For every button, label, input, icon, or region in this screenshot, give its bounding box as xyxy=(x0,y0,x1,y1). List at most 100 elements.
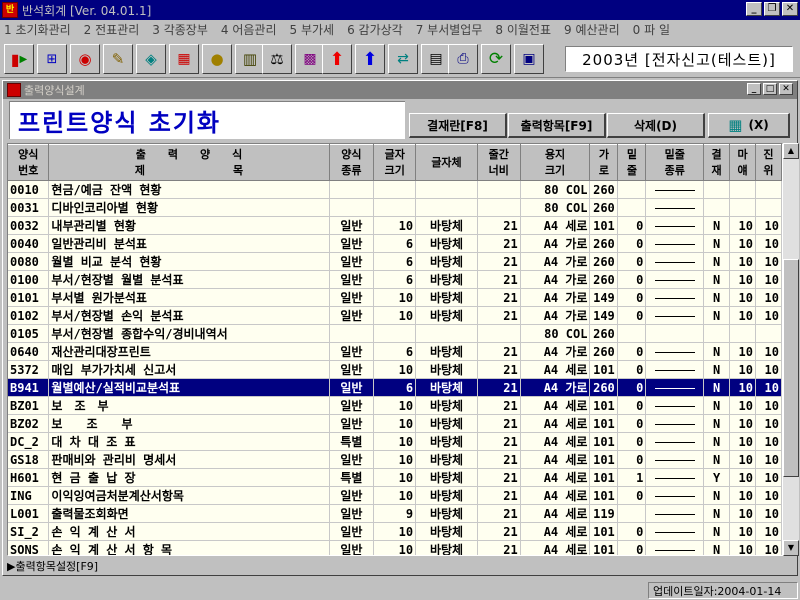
menu-item-init[interactable]: 1 초기화관리 xyxy=(4,21,71,38)
restore-button[interactable]: ❐ xyxy=(764,2,780,16)
org-tree-icon[interactable]: ⊞ xyxy=(37,44,67,74)
column-header-title[interactable]: 출 력 양 식제 목 xyxy=(48,144,330,181)
column-header-code[interactable]: 양식 번호 xyxy=(8,144,50,181)
approval-button[interactable]: 결재란[F8] xyxy=(409,113,507,138)
child-minimize-button[interactable]: _ xyxy=(747,83,761,95)
column-header-ultype[interactable]: 밑줄 종류 xyxy=(645,144,705,181)
column-header-line: 번호 xyxy=(18,163,39,177)
exit-button[interactable]: ▦ (X) xyxy=(708,113,790,138)
menu-item-file[interactable]: 0 파 일 xyxy=(633,21,670,38)
scroll-thumb[interactable] xyxy=(783,259,799,477)
menu-item-voucher[interactable]: 2 전표관리 xyxy=(84,21,140,38)
arrow-up-blue-icon[interactable]: ⬆ xyxy=(355,44,385,74)
cell-code: SI_2 xyxy=(8,522,50,541)
tag-icon[interactable]: ◈ xyxy=(136,44,166,74)
table-row[interactable]: SI_2 손 익 계 산 서 일반 10 바탕체 21 A4 세로 101 0 N 10 10 xyxy=(8,522,782,541)
child-close-button[interactable]: ✕ xyxy=(779,83,793,95)
pencil-edit-icon[interactable]: ✎ xyxy=(103,44,133,74)
column-header-fsize[interactable]: 글자 크기 xyxy=(373,144,417,181)
cell-font: 바탕체 xyxy=(415,360,478,379)
table-row[interactable]: B941 월별예산/실적비교분석표 일반 6 바탕체 21 A4 가로 260 0 N 10 10 xyxy=(8,378,782,397)
child-maximize-button[interactable]: □ xyxy=(763,83,777,95)
menu-item-budget[interactable]: 9 예산관리 xyxy=(564,21,620,38)
cell-kind: 일반 xyxy=(329,522,375,541)
cell-colw xyxy=(477,180,521,199)
table-row[interactable]: 0080 월별 비교 분석 현황 일반 6 바탕체 21 A4 가로 260 0 N 10 10 xyxy=(8,252,782,271)
table-row[interactable]: BZ02 보 조 부 일반 10 바탕체 21 A4 세로 101 0 N 10 10 xyxy=(8,414,782,433)
column-header-paper[interactable]: 용지 크기 xyxy=(520,144,591,181)
delete-button[interactable]: 삭제(D) xyxy=(607,113,705,138)
table-row[interactable]: BZ01 보 조 부 일반 10 바탕체 21 A4 세로 101 0 N 10 10 xyxy=(8,396,782,415)
column-header-margin[interactable]: 마얘 xyxy=(729,144,756,181)
calculator-icon[interactable]: ▤ xyxy=(421,44,451,74)
cell-ultype xyxy=(645,342,705,361)
cell-appr xyxy=(703,324,731,343)
refresh-icon[interactable]: ⟳ xyxy=(481,44,511,74)
menu-item-carryover[interactable]: 8 이월전표 xyxy=(495,21,551,38)
table-row[interactable]: L001 출력물조회화면 일반 9 바탕체 21 A4 세로 119 N 10 10 xyxy=(8,504,782,523)
table-row[interactable]: 0040 일반관리비 분석표 일반 6 바탕체 21 A4 가로 260 0 N 10 10 xyxy=(8,234,782,253)
cell-title: 월별 비교 분석 현황 xyxy=(48,252,330,271)
abacus-icon[interactable]: ▦ xyxy=(169,44,199,74)
books-icon[interactable]: ▥ xyxy=(235,44,265,74)
grid-icon[interactable]: ▩ xyxy=(295,44,325,74)
table-row[interactable]: 0640 재산관리대장프린트 일반 6 바탕체 21 A4 가로 260 0 N 10 10 xyxy=(8,342,782,361)
column-header-line: 용지 xyxy=(544,147,566,161)
table-row[interactable]: 0010 현금/예금 잔액 현황 80 COL 260 xyxy=(8,180,782,199)
menu-item-depreciation[interactable]: 6 감가상각 xyxy=(347,21,403,38)
table-row[interactable]: DC_2 대 차 대 조 표 특별 10 바탕체 21 A4 세로 101 0 N 10 10 xyxy=(8,432,782,451)
column-header-font[interactable]: 글자체 xyxy=(415,144,478,181)
scroll-up-button[interactable]: ▲ xyxy=(783,143,799,159)
cell-paper: A4 가로 xyxy=(520,270,591,289)
table-row[interactable]: 0032 내부관리별 현황 일반 10 바탕체 21 A4 세로 101 0 N 10 10 xyxy=(8,216,782,235)
cell-code: 0105 xyxy=(8,324,50,343)
cell-appr: N xyxy=(703,396,731,415)
vertical-scrollbar[interactable]: ▲ ▼ xyxy=(783,143,799,556)
close-button[interactable]: ✕ xyxy=(782,2,798,16)
table-row[interactable]: 0105 부서/현장별 종합수익/경비내역서 80 COL 260 xyxy=(8,324,782,343)
form-list-grid[interactable]: 양식 번호 출 력 양 식제 목 양식 종류 글자 크기 글자체 줄간 너비 용지 크기 가 로 밑 줄 밑줄 종… xyxy=(7,143,783,556)
column-header-ul[interactable]: 밑줄 xyxy=(617,144,647,181)
cell-paper: A4 세로 xyxy=(520,414,591,433)
table-row[interactable]: SONS 손 익 계 산 서 항 목 일반 10 바탕체 21 A4 세로 101 0 N 10 10 xyxy=(8,540,782,555)
coin-icon[interactable]: ● xyxy=(202,44,232,74)
column-header-width[interactable]: 가로 xyxy=(589,144,619,181)
table-row[interactable]: 0031 디바인코리아별 현황 80 COL 260 xyxy=(8,198,782,217)
column-header-kind[interactable]: 양식 종류 xyxy=(329,144,375,181)
arrow-up-red-icon[interactable]: ⬆ xyxy=(322,44,352,74)
output-items-setting-tab[interactable]: ▶출력항목설정[F9] xyxy=(7,557,98,574)
column-header-appr[interactable]: 결재 xyxy=(703,144,731,181)
menu-item-department[interactable]: 7 부서별업무 xyxy=(416,21,483,38)
menu-item-bills[interactable]: 4 어음관리 xyxy=(221,21,277,38)
exit-door-icon[interactable]: ▮ ▶ xyxy=(4,44,34,74)
cell-colw xyxy=(477,324,521,343)
menu-item-ledgers[interactable]: 3 각종장부 xyxy=(152,21,208,38)
scale-icon[interactable]: ⚖ xyxy=(262,44,292,74)
cell-kind: 일반 xyxy=(329,396,375,415)
child-title-bar: 출력양식설계 _ □ ✕ xyxy=(3,81,797,99)
cell-kind: 일반 xyxy=(329,216,375,235)
table-row[interactable]: 0101 부서별 원가분석표 일반 10 바탕체 21 A4 가로 149 0 N 10 10 xyxy=(8,288,782,307)
underline-type-line xyxy=(654,549,695,551)
table-row[interactable]: GS18 판매비와 관리비 명세서 일반 10 바탕체 21 A4 세로 101 0 N 10 10 xyxy=(8,450,782,469)
column-header-indent[interactable]: 진위 xyxy=(755,144,782,181)
report-icon[interactable]: ▣ xyxy=(514,44,544,74)
menu-item-vat[interactable]: 5 부가세 xyxy=(290,21,335,38)
table-row[interactable]: ING 이익잉여금처분계산서항목 일반 10 바탕체 21 A4 세로 101 0 N 10 10 xyxy=(8,486,782,505)
cell-appr: N xyxy=(703,522,731,541)
cell-colw: 21 xyxy=(477,432,521,451)
table-row[interactable]: H601 현 금 출 납 장 특별 10 바탕체 21 A4 세로 101 1 Y 10 10 xyxy=(8,468,782,487)
column-header-colw[interactable]: 줄간 너비 xyxy=(477,144,521,181)
printer-icon[interactable]: ⎙ xyxy=(448,44,478,74)
table-row[interactable]: 5372 매입 부가가치세 신고서 일반 10 바탕체 21 A4 세로 101 0 N 10 10 xyxy=(8,360,782,379)
cell-paper: A4 세로 xyxy=(520,504,591,523)
table-row[interactable]: 0102 부서/현장별 손익 분석표 일반 10 바탕체 21 A4 가로 149 0 N 10 10 xyxy=(8,306,782,325)
translate-icon[interactable]: ⇄ xyxy=(388,44,418,74)
minimize-button[interactable]: _ xyxy=(746,2,762,16)
cell-title: 손 익 계 산 서 항 목 xyxy=(48,540,330,555)
cell-margin: 10 xyxy=(729,486,756,505)
scroll-down-button[interactable]: ▼ xyxy=(783,540,799,556)
table-row[interactable]: 0100 부서/현장별 월별 분석표 일반 6 바탕체 21 A4 가로 260 0 N 10 10 xyxy=(8,270,782,289)
globe-icon[interactable]: ◉ xyxy=(70,44,100,74)
output-items-button[interactable]: 출력항목[F9] xyxy=(508,113,606,138)
